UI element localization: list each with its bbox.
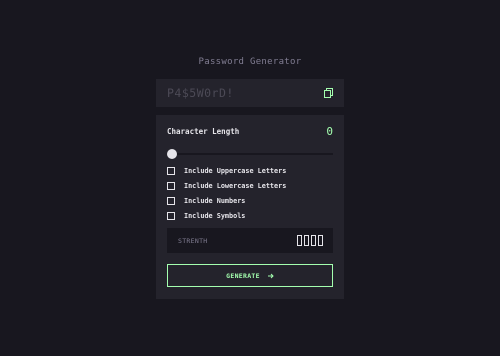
generate-label: GENERATE bbox=[226, 271, 260, 280]
strength-bar bbox=[297, 235, 302, 246]
strength-bar bbox=[318, 235, 323, 246]
length-slider-thumb[interactable] bbox=[167, 149, 177, 159]
numbers-label: Include Numbers bbox=[184, 197, 246, 205]
option-uppercase[interactable]: Include Uppercase Letters bbox=[167, 166, 286, 176]
lowercase-checkbox[interactable] bbox=[167, 182, 175, 190]
app-title: Password Generator bbox=[198, 57, 302, 67]
length-value: 0 bbox=[326, 124, 333, 138]
arrow-right-icon bbox=[267, 273, 274, 279]
length-label: Character Length bbox=[167, 126, 240, 136]
generate-button[interactable]: GENERATE bbox=[167, 264, 333, 287]
copy-icon[interactable] bbox=[324, 88, 334, 98]
option-lowercase[interactable]: Include Lowercase Letters bbox=[167, 181, 286, 191]
numbers-checkbox[interactable] bbox=[167, 197, 175, 205]
strength-meter: STRENTH bbox=[167, 228, 333, 253]
strength-bars bbox=[297, 235, 323, 246]
uppercase-checkbox[interactable] bbox=[167, 167, 175, 175]
uppercase-label: Include Uppercase Letters bbox=[184, 167, 287, 175]
length-row: Character Length 0 bbox=[167, 124, 333, 138]
option-numbers[interactable]: Include Numbers bbox=[167, 196, 245, 206]
symbols-checkbox[interactable] bbox=[167, 212, 175, 220]
symbols-label: Include Symbols bbox=[184, 212, 246, 220]
strength-label: STRENTH bbox=[178, 236, 208, 245]
strength-bar bbox=[311, 235, 316, 246]
option-symbols[interactable]: Include Symbols bbox=[167, 211, 245, 221]
length-slider-track[interactable] bbox=[172, 153, 333, 155]
strength-bar bbox=[304, 235, 309, 246]
password-text: P4$5W0rD! bbox=[167, 86, 234, 100]
password-display: P4$5W0rD! bbox=[156, 79, 344, 107]
settings-panel: Character Length 0 Include Uppercase Let… bbox=[156, 115, 344, 299]
lowercase-label: Include Lowercase Letters bbox=[184, 182, 287, 190]
